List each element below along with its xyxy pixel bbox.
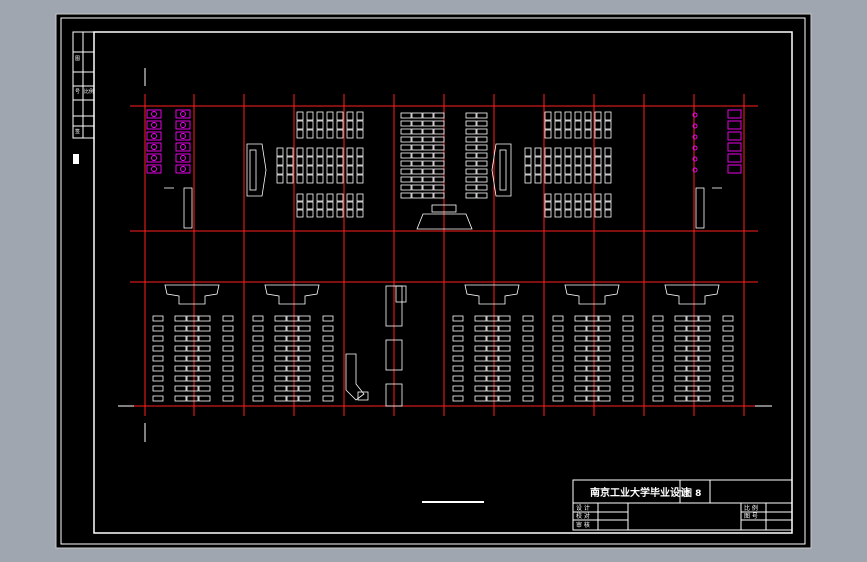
margin-label-2: 号 [75,89,80,95]
title-row-label-1: 设 计 [576,504,590,512]
title-right-label-1: 比 例 [744,504,758,512]
margin-label-3: 比例 [84,88,94,95]
margin-label-4: 签 [75,128,80,135]
title-row-label-3: 审 核 [576,521,590,529]
margin-mark [73,154,79,164]
drawing-label: 图 8 [683,488,701,499]
cad-drawing-canvas[interactable]: 图 号 比例 签 南京工业大学毕业设计 图 8 设 计 校 对 审 核 比 例 … [0,0,867,562]
project-title: 南京工业大学毕业设计 [590,486,690,499]
margin-label-1: 图 [75,56,80,62]
title-right-label-2: 图 号 [744,513,758,520]
title-row-label-2: 校 对 [576,512,590,520]
drawing-paper [55,13,812,549]
